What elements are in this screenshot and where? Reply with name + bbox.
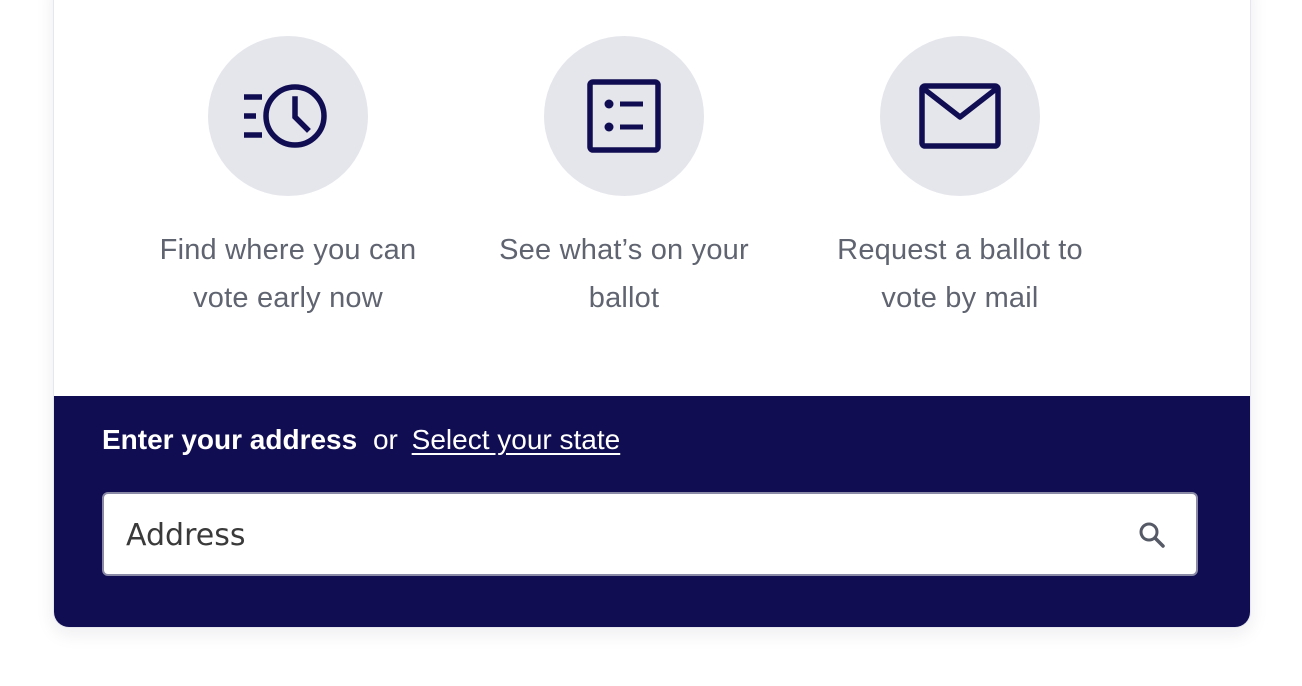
feature-mail-ballot[interactable]: Request a ballot to vote by mail	[792, 36, 1128, 322]
feature-icon-circle	[880, 36, 1040, 196]
feature-label: See what’s on your ballot	[456, 226, 792, 322]
address-search-box	[102, 492, 1198, 576]
address-prompt-or: or	[372, 424, 398, 455]
feature-icon-circle	[208, 36, 368, 196]
ballot-list-icon	[587, 79, 661, 153]
feature-label: Request a ballot to vote by mail	[792, 226, 1128, 322]
feature-label-line2: vote early now	[193, 282, 383, 314]
feature-label-line2: vote by mail	[881, 282, 1039, 314]
feature-icon-circle	[544, 36, 704, 196]
feature-label-line1: Find where you can	[159, 234, 417, 266]
feature-early-voting[interactable]: Find where you can vote early now	[120, 36, 456, 322]
feature-label-line1: Request a ballot to	[837, 234, 1083, 266]
address-prompt: Enter your address or Select your state	[102, 424, 620, 456]
feature-ballot[interactable]: See what’s on your ballot	[456, 36, 792, 322]
select-state-link[interactable]: Select your state	[412, 424, 621, 455]
address-entry-panel: Enter your address or Select your state	[54, 396, 1250, 627]
address-prompt-heading: Enter your address	[102, 424, 358, 455]
mail-envelope-icon	[919, 83, 1001, 149]
feature-list: Find where you can vote early now See wh…	[54, 0, 1250, 376]
feature-label-line2: ballot	[588, 282, 660, 314]
early-voting-clock-icon	[244, 84, 327, 148]
search-icon[interactable]	[1138, 521, 1166, 549]
address-input[interactable]	[124, 494, 1108, 576]
feature-label-line1: See what’s on your	[499, 234, 749, 266]
feature-label: Find where you can vote early now	[120, 226, 456, 322]
voting-info-card: Find where you can vote early now See wh…	[53, 0, 1251, 628]
